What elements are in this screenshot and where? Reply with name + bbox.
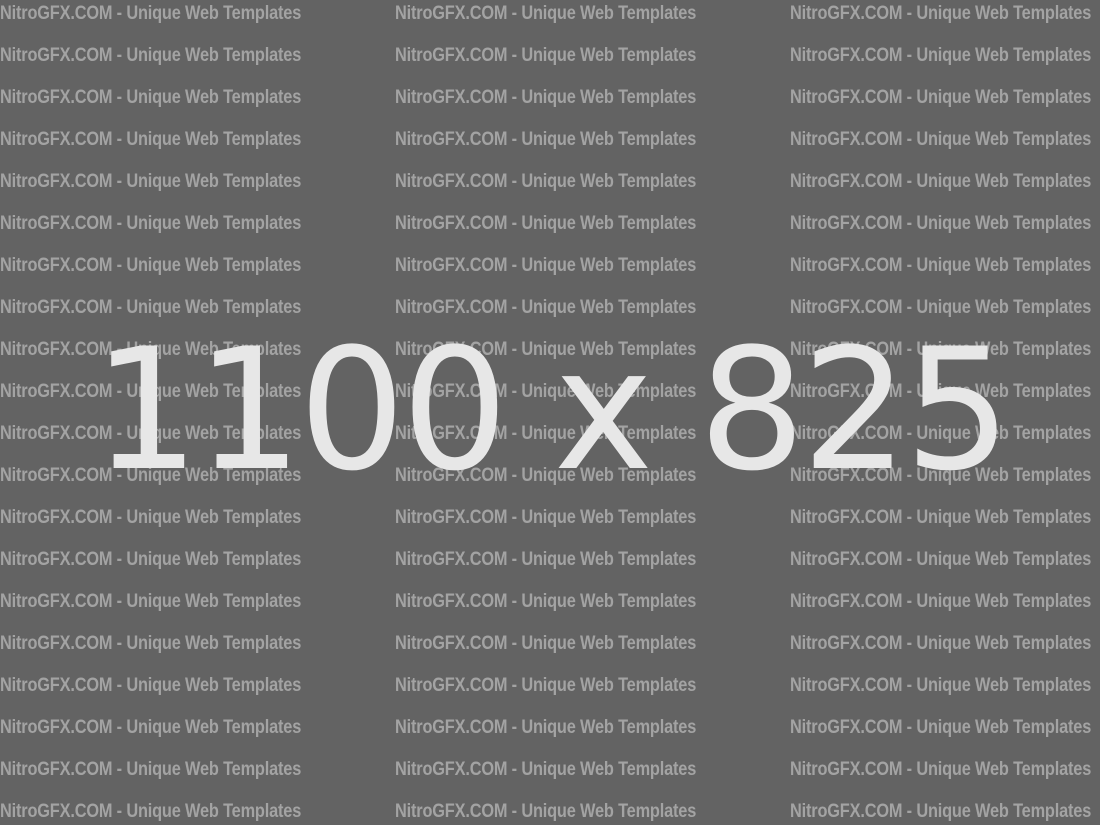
watermark-row: NitroGFX.COM - Unique Web Templates Nitro…	[0, 504, 1100, 546]
watermark-text: NitroGFX.COM - Unique Web Templates	[395, 801, 697, 822]
watermark-text: NitroGFX.COM - Unique Web Templates	[395, 213, 697, 234]
watermark-text: NitroGFX.COM - Unique Web Templates	[790, 213, 1092, 234]
watermark-text: NitroGFX.COM - Unique Web Templates	[790, 45, 1092, 66]
watermark-text: NitroGFX.COM - Unique Web Templates	[790, 3, 1092, 24]
watermark-text: NitroGFX.COM - Unique Web Templates	[790, 549, 1092, 570]
watermark-text: NitroGFX.COM - Unique Web Templates	[790, 129, 1092, 150]
watermark-text: NitroGFX.COM - Unique Web Templates	[0, 129, 302, 150]
watermark-text: NitroGFX.COM - Unique Web Templates	[0, 801, 302, 822]
watermark-text: NitroGFX.COM - Unique Web Templates	[0, 633, 302, 654]
watermark-text: NitroGFX.COM - Unique Web Templates	[395, 87, 697, 108]
watermark-text: NitroGFX.COM - Unique Web Templates	[395, 507, 697, 528]
watermark-text: NitroGFX.COM - Unique Web Templates	[395, 171, 697, 192]
watermark-text: NitroGFX.COM - Unique Web Templates	[0, 87, 302, 108]
watermark-row: NitroGFX.COM - Unique Web Templates Nitro…	[0, 126, 1100, 168]
watermark-row: NitroGFX.COM - Unique Web Templates Nitro…	[0, 84, 1100, 126]
watermark-text: NitroGFX.COM - Unique Web Templates	[790, 801, 1092, 822]
watermark-row: NitroGFX.COM - Unique Web Templates Nitro…	[0, 630, 1100, 672]
watermark-text: NitroGFX.COM - Unique Web Templates	[395, 549, 697, 570]
watermark-text: NitroGFX.COM - Unique Web Templates	[395, 129, 697, 150]
watermark-text: NitroGFX.COM - Unique Web Templates	[0, 591, 302, 612]
watermark-text: NitroGFX.COM - Unique Web Templates	[395, 759, 697, 780]
dimensions-label: 1100 x 825	[92, 312, 1011, 508]
watermark-row: NitroGFX.COM - Unique Web Templates Nitro…	[0, 42, 1100, 84]
watermark-text: NitroGFX.COM - Unique Web Templates	[790, 633, 1092, 654]
watermark-text: NitroGFX.COM - Unique Web Templates	[395, 45, 697, 66]
watermark-text: NitroGFX.COM - Unique Web Templates	[0, 507, 302, 528]
watermark-text: NitroGFX.COM - Unique Web Templates	[0, 717, 302, 738]
watermark-text: NitroGFX.COM - Unique Web Templates	[790, 87, 1092, 108]
watermark-row: NitroGFX.COM - Unique Web Templates Nitro…	[0, 714, 1100, 756]
watermark-row: NitroGFX.COM - Unique Web Templates Nitro…	[0, 210, 1100, 252]
watermark-text: NitroGFX.COM - Unique Web Templates	[395, 717, 697, 738]
watermark-row: NitroGFX.COM - Unique Web Templates Nitro…	[0, 168, 1100, 210]
watermark-text: NitroGFX.COM - Unique Web Templates	[395, 3, 697, 24]
watermark-row: NitroGFX.COM - Unique Web Templates Nitro…	[0, 252, 1100, 294]
watermark-row: NitroGFX.COM - Unique Web Templates Nitro…	[0, 672, 1100, 714]
watermark-row: NitroGFX.COM - Unique Web Templates Nitro…	[0, 756, 1100, 798]
watermark-text: NitroGFX.COM - Unique Web Templates	[395, 675, 697, 696]
watermark-text: NitroGFX.COM - Unique Web Templates	[0, 759, 302, 780]
watermark-row: NitroGFX.COM - Unique Web Templates Nitro…	[0, 546, 1100, 588]
placeholder-image: NitroGFX.COM - Unique Web Templates Nitro…	[0, 0, 1100, 825]
watermark-row: NitroGFX.COM - Unique Web Templates Nitro…	[0, 798, 1100, 825]
watermark-text: NitroGFX.COM - Unique Web Templates	[0, 213, 302, 234]
watermark-text: NitroGFX.COM - Unique Web Templates	[0, 171, 302, 192]
watermark-row: NitroGFX.COM - Unique Web Templates Nitro…	[0, 588, 1100, 630]
watermark-text: NitroGFX.COM - Unique Web Templates	[0, 3, 302, 24]
watermark-text: NitroGFX.COM - Unique Web Templates	[0, 549, 302, 570]
watermark-row: NitroGFX.COM - Unique Web Templates Nitro…	[0, 0, 1100, 42]
watermark-text: NitroGFX.COM - Unique Web Templates	[395, 591, 697, 612]
watermark-text: NitroGFX.COM - Unique Web Templates	[0, 675, 302, 696]
watermark-text: NitroGFX.COM - Unique Web Templates	[790, 675, 1092, 696]
watermark-text: NitroGFX.COM - Unique Web Templates	[790, 759, 1092, 780]
watermark-text: NitroGFX.COM - Unique Web Templates	[790, 507, 1092, 528]
watermark-text: NitroGFX.COM - Unique Web Templates	[0, 45, 302, 66]
watermark-text: NitroGFX.COM - Unique Web Templates	[790, 717, 1092, 738]
watermark-text: NitroGFX.COM - Unique Web Templates	[395, 255, 697, 276]
watermark-text: NitroGFX.COM - Unique Web Templates	[395, 633, 697, 654]
watermark-text: NitroGFX.COM - Unique Web Templates	[790, 255, 1092, 276]
watermark-text: NitroGFX.COM - Unique Web Templates	[790, 591, 1092, 612]
watermark-text: NitroGFX.COM - Unique Web Templates	[0, 255, 302, 276]
watermark-text: NitroGFX.COM - Unique Web Templates	[790, 171, 1092, 192]
